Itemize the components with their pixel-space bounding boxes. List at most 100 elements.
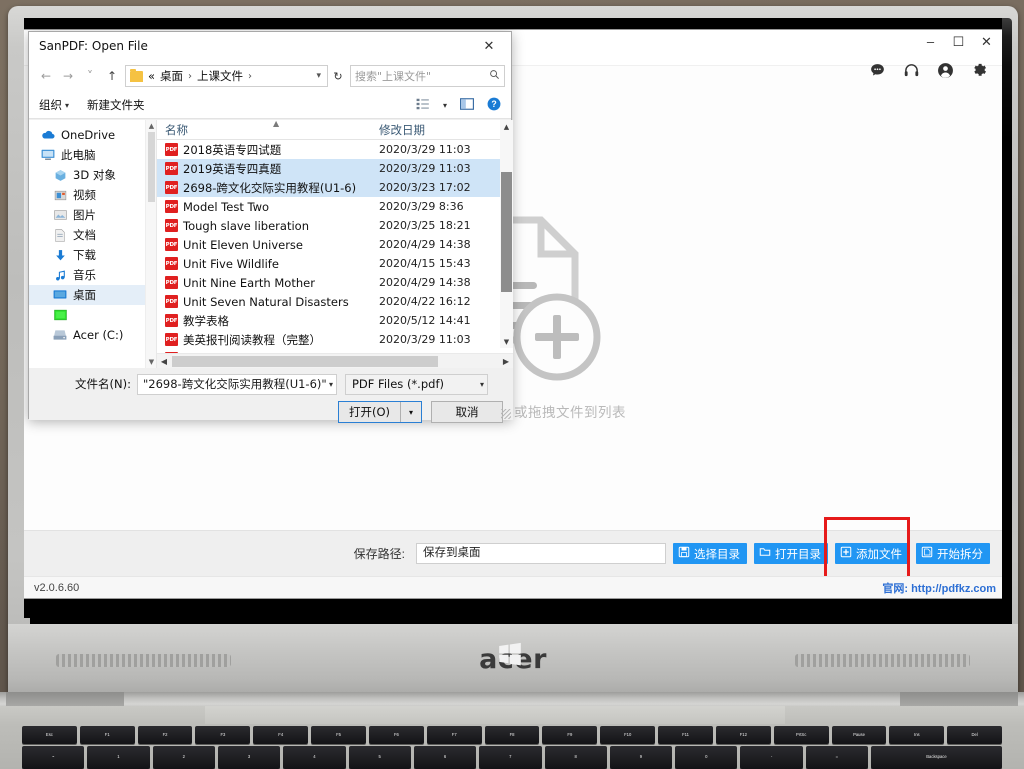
- chevron-down-icon[interactable]: ▾: [477, 380, 484, 389]
- cancel-button[interactable]: 取消: [431, 401, 503, 423]
- sidebar-item-pictures[interactable]: 图片: [29, 205, 156, 225]
- key-4[interactable]: 4: [283, 746, 346, 769]
- file-row[interactable]: PDF 2019英语专四真题 2020/3/29 11:03: [157, 159, 513, 178]
- scroll-down-icon[interactable]: ▼: [500, 335, 513, 348]
- key-f12[interactable]: F12: [715, 726, 771, 744]
- sidebar-scroll-thumb[interactable]: [148, 132, 155, 202]
- filename-input[interactable]: "2698-跨文化交际实用教程(U1-6)" ▾: [137, 373, 337, 395]
- account-icon[interactable]: [937, 62, 954, 79]
- open-dropdown-button[interactable]: ▾: [401, 402, 421, 422]
- settings-icon[interactable]: [971, 62, 988, 79]
- key-f4[interactable]: F4: [253, 726, 309, 744]
- sidebar-item-drive-green[interactable]: [29, 305, 156, 325]
- list-view-icon[interactable]: [416, 98, 430, 113]
- sidebar-scrollbar[interactable]: ▲ ▼: [145, 120, 156, 368]
- official-site-link[interactable]: 官网: http://pdfkz.com: [882, 580, 996, 596]
- key-backspace[interactable]: Backspace: [871, 746, 1002, 769]
- key-1[interactable]: 1: [87, 746, 150, 769]
- key-f8[interactable]: F8: [484, 726, 540, 744]
- sidebar-item-this-pc[interactable]: 此电脑: [29, 145, 156, 165]
- dialog-close-button[interactable]: ✕: [467, 32, 511, 60]
- key-prtsc[interactable]: PrtSc: [773, 726, 829, 744]
- open-button[interactable]: 打开(O): [339, 402, 401, 422]
- key-[interactable]: =: [805, 746, 869, 769]
- breadcrumb-folder[interactable]: 上课文件: [197, 68, 243, 84]
- file-row[interactable]: PDF 教学表格 2020/5/12 14:41: [157, 311, 513, 330]
- search-box[interactable]: 搜索"上课文件": [350, 65, 505, 87]
- column-header-date[interactable]: 修改日期: [373, 122, 425, 138]
- scroll-down-icon[interactable]: ▼: [146, 356, 156, 368]
- key-f6[interactable]: F6: [368, 726, 424, 744]
- key-6[interactable]: 6: [413, 746, 477, 769]
- file-row[interactable]: PDF Unit Nine Earth Mother 2020/4/29 14:38: [157, 273, 513, 292]
- resize-grip[interactable]: [501, 409, 511, 419]
- sidebar-item-downloads[interactable]: 下载: [29, 245, 156, 265]
- minimize-button[interactable]: –: [923, 34, 938, 49]
- key-ins[interactable]: Ins: [889, 726, 945, 744]
- maximize-button[interactable]: ☐: [951, 34, 966, 49]
- key-2[interactable]: 2: [152, 746, 215, 769]
- scroll-right-icon[interactable]: ▶: [499, 357, 513, 366]
- key-[interactable]: ~: [22, 746, 85, 769]
- close-button[interactable]: ✕: [979, 34, 994, 49]
- new-folder-button[interactable]: 新建文件夹: [87, 97, 145, 113]
- chevron-down-icon[interactable]: ▾: [316, 71, 323, 81]
- file-list-scroll-thumb[interactable]: [501, 172, 512, 292]
- start-split-button[interactable]: 开始拆分: [916, 543, 990, 564]
- preview-pane-icon[interactable]: [460, 97, 474, 113]
- sidebar-item-music[interactable]: 音乐: [29, 265, 156, 285]
- key-f9[interactable]: F9: [542, 726, 598, 744]
- file-row[interactable]: PDF 2698-跨文化交际实用教程(U1-6) 2020/3/23 17:02: [157, 178, 513, 197]
- sidebar-item-videos[interactable]: 视频: [29, 185, 156, 205]
- key-f7[interactable]: F7: [426, 726, 482, 744]
- address-breadcrumb-bar[interactable]: « 桌面 › 上课文件 › ▾: [125, 65, 328, 87]
- sidebar-item-3d-objects[interactable]: 3D 对象: [29, 165, 156, 185]
- save-path-input[interactable]: 保存到桌面: [416, 543, 666, 564]
- organize-menu[interactable]: 组织 ▾: [39, 97, 69, 113]
- scroll-up-icon[interactable]: ▲: [146, 120, 156, 132]
- breadcrumb-desktop[interactable]: 桌面: [160, 68, 183, 84]
- chevron-down-icon[interactable]: ▾: [326, 380, 333, 389]
- key-del[interactable]: Del: [947, 726, 1003, 744]
- scroll-up-icon[interactable]: ▲: [500, 120, 513, 133]
- key-3[interactable]: 3: [217, 746, 281, 769]
- key-f5[interactable]: F5: [311, 726, 366, 744]
- file-list-horizontal-scrollbar[interactable]: ◀ ▶: [157, 353, 513, 368]
- sidebar-item-desktop[interactable]: 桌面: [29, 285, 156, 305]
- breadcrumb-root[interactable]: «: [148, 69, 155, 83]
- back-button[interactable]: ←: [35, 65, 57, 87]
- key-[interactable]: -: [740, 746, 803, 769]
- key-8[interactable]: 8: [544, 746, 607, 769]
- key-5[interactable]: 5: [348, 746, 411, 769]
- select-directory-button[interactable]: 选择目录: [673, 543, 747, 564]
- recent-locations-button[interactable]: ˅: [79, 65, 101, 87]
- key-f2[interactable]: F2: [137, 726, 193, 744]
- file-row[interactable]: PDF Tough slave liberation 2020/3/25 18:21: [157, 216, 513, 235]
- headset-icon[interactable]: [903, 62, 920, 79]
- key-esc[interactable]: Esc: [22, 726, 77, 744]
- key-7[interactable]: 7: [479, 746, 542, 769]
- up-button[interactable]: ↑: [101, 65, 123, 87]
- filetype-select[interactable]: PDF Files (*.pdf) ▾: [345, 373, 488, 395]
- key-0[interactable]: 0: [675, 746, 738, 769]
- sidebar-item-onedrive[interactable]: OneDrive: [29, 125, 156, 145]
- file-row[interactable]: PDF 美英报刊阅读教程（完整） 2020/3/29 11:03: [157, 330, 513, 349]
- sidebar-item-acer-c[interactable]: Acer (C:): [29, 325, 156, 345]
- open-directory-button[interactable]: 打开目录: [754, 543, 828, 564]
- key-pause[interactable]: Pause: [831, 726, 887, 744]
- scroll-left-icon[interactable]: ◀: [157, 357, 171, 366]
- key-f11[interactable]: F11: [658, 726, 713, 744]
- forward-button[interactable]: →: [57, 65, 79, 87]
- search-input[interactable]: 搜索"上课文件": [355, 68, 489, 84]
- add-file-button[interactable]: 添加文件: [835, 543, 909, 564]
- column-header-name[interactable]: 名称: [157, 122, 373, 138]
- key-f3[interactable]: F3: [195, 726, 251, 744]
- chat-icon[interactable]: [869, 62, 886, 79]
- file-list-hscroll-thumb[interactable]: [172, 355, 438, 367]
- file-row[interactable]: PDF Unit Five Wildlife 2020/4/15 15:43: [157, 254, 513, 273]
- file-row[interactable]: PDF Unit Seven Natural Disasters 2020/4/22…: [157, 292, 513, 311]
- chevron-down-icon[interactable]: ▾: [443, 101, 447, 110]
- file-row[interactable]: PDF 2018英语专四试题 2020/3/29 11:03: [157, 140, 513, 159]
- help-icon[interactable]: ?: [487, 97, 501, 114]
- key-9[interactable]: 9: [609, 746, 673, 769]
